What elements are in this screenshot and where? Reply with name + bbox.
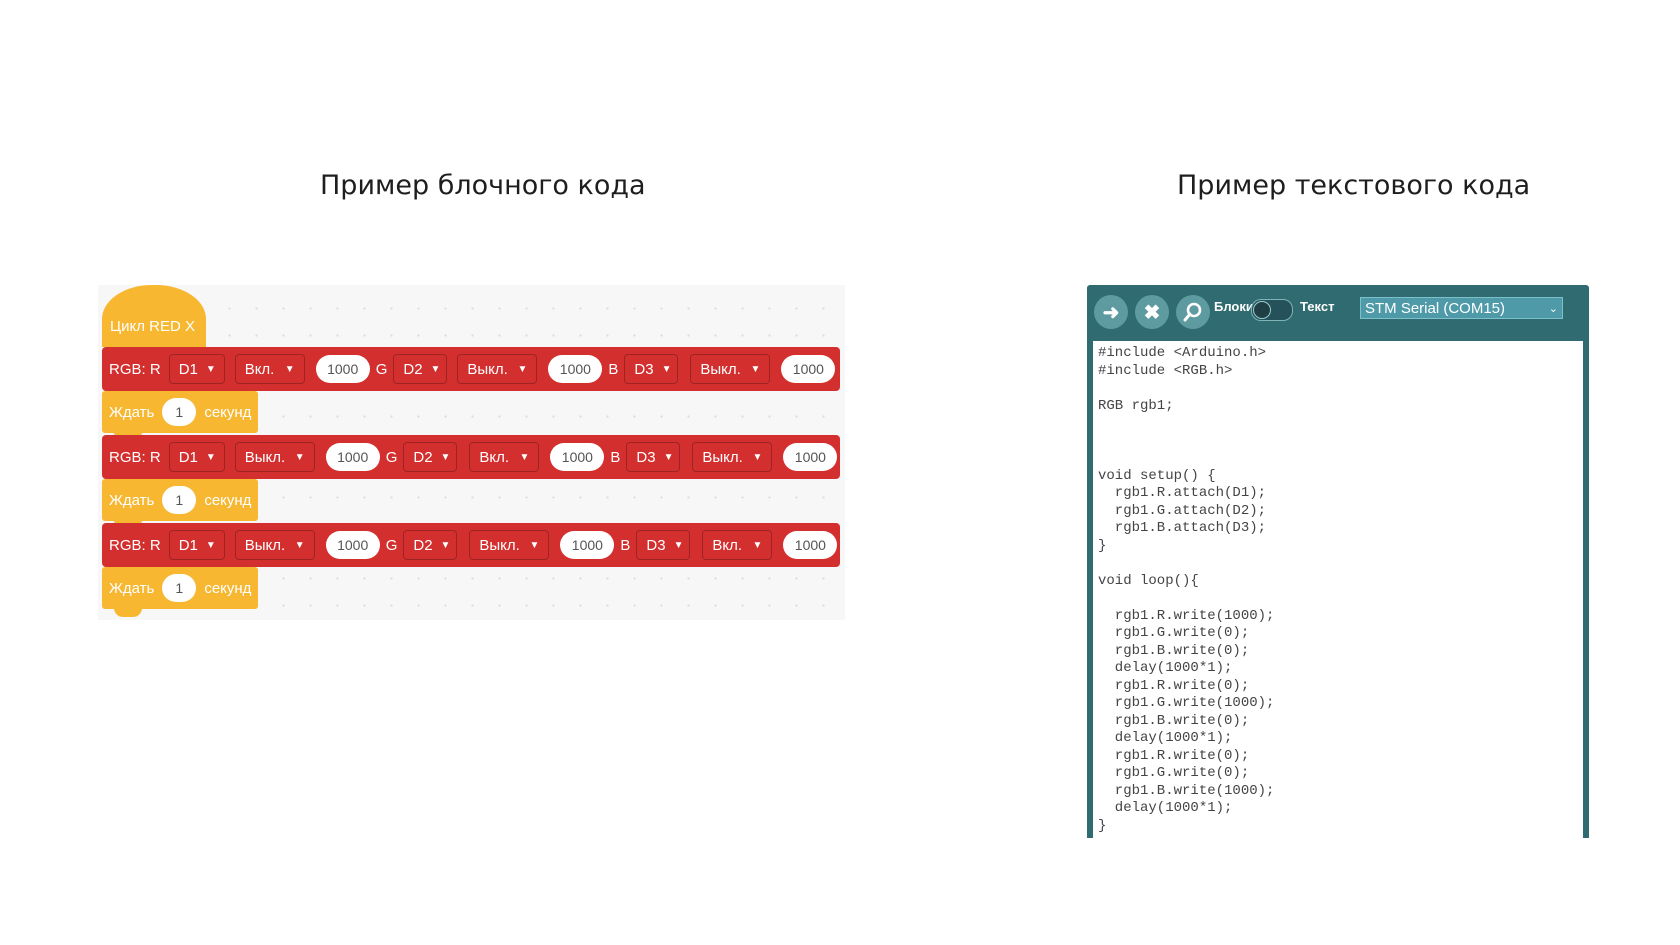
text-toggle-label: Текст <box>1300 299 1335 314</box>
wait-label: Ждать <box>109 491 155 509</box>
g-state-dropdown[interactable]: Выкл. ▼ <box>469 530 550 560</box>
b-state-dropdown[interactable]: Выкл. ▼ <box>692 442 773 472</box>
editor-toolbar: ➜ ✖ Блоки Текст STM Serial (COM15) ⌄ <box>1087 285 1589 341</box>
g-value-input[interactable]: 1000 <box>560 531 615 559</box>
chevron-down-icon: ▼ <box>440 539 451 551</box>
wait-value-input[interactable]: 1 <box>162 486 197 514</box>
chevron-down-icon: ▼ <box>661 363 672 375</box>
b-state-dropdown[interactable]: Вкл. ▼ <box>702 530 773 560</box>
r-pin-dropdown[interactable]: D1 ▼ <box>168 442 225 472</box>
wait-label: Ждать <box>109 579 155 597</box>
g-label: G <box>385 536 398 554</box>
stop-button[interactable]: ✖ <box>1135 295 1169 329</box>
wait-unit-label: секунд <box>204 491 252 509</box>
r-value-input[interactable]: 1000 <box>325 531 380 559</box>
b-label: B <box>620 536 631 554</box>
chevron-down-icon: ▼ <box>750 363 761 375</box>
code-editor-panel: ➜ ✖ Блоки Текст STM Serial (COM15) ⌄ #in… <box>1087 285 1589 838</box>
chevron-down-icon: ▼ <box>205 539 216 551</box>
code-text-area[interactable]: #include <Arduino.h> #include <RGB.h> RG… <box>1093 341 1583 838</box>
r-state-dropdown[interactable]: Выкл. ▼ <box>234 442 315 472</box>
blocks-toggle-label: Блоки <box>1214 299 1254 314</box>
chevron-down-icon: ▼ <box>205 363 216 375</box>
chevron-down-icon: ▼ <box>673 539 684 551</box>
port-select-value: STM Serial (COM15) <box>1365 299 1506 317</box>
r-state-dropdown[interactable]: Выкл. ▼ <box>234 530 315 560</box>
chevron-down-icon: ▼ <box>440 451 451 463</box>
chevron-down-icon: ▼ <box>519 451 530 463</box>
wait-value-input[interactable]: 1 <box>162 398 197 426</box>
rgb-block[interactable]: RGB: R D1 ▼ Выкл. ▼ 1000 G D2 ▼ Выкл. ▼ 1000… <box>102 523 840 575</box>
wait-unit-label: секунд <box>204 579 252 597</box>
b-value-input[interactable]: 1000 <box>783 531 838 559</box>
arrow-right-icon: ➜ <box>1102 301 1120 324</box>
r-value-input[interactable]: 1000 <box>315 355 370 383</box>
b-state-dropdown[interactable]: Выкл. ▼ <box>690 354 771 384</box>
g-label: G <box>385 448 398 466</box>
block-code-caption: Пример блочного кода <box>320 170 646 201</box>
chevron-down-icon: ▼ <box>517 363 528 375</box>
chevron-down-icon: ▼ <box>284 363 295 375</box>
b-value-input[interactable]: 1000 <box>781 355 836 383</box>
b-value-input[interactable]: 1000 <box>783 443 838 471</box>
loop-hat-block[interactable]: Цикл RED X <box>102 285 206 347</box>
r-value-input[interactable]: 1000 <box>325 443 380 471</box>
chevron-down-icon: ▼ <box>663 451 674 463</box>
wait-block[interactable]: Ждать 1 секунд <box>102 479 258 529</box>
b-pin-dropdown[interactable]: D3 ▼ <box>624 354 679 384</box>
chevron-down-icon: ⌄ <box>1548 302 1558 315</box>
rgb-block[interactable]: RGB: R D1 ▼ Выкл. ▼ 1000 G D2 ▼ Вкл. ▼ 1000 … <box>102 435 840 487</box>
block-workspace[interactable]: Цикл RED X RGB: R D1 ▼ Вкл. ▼ 1000 G D2 ▼ В… <box>98 285 845 620</box>
r-pin-dropdown[interactable]: D1 ▼ <box>168 530 225 560</box>
wait-block[interactable]: Ждать 1 секунд <box>102 567 258 617</box>
g-value-input[interactable]: 1000 <box>550 443 605 471</box>
chevron-down-icon: ▼ <box>205 451 216 463</box>
upload-button[interactable]: ➜ <box>1094 295 1128 329</box>
wait-label: Ждать <box>109 403 155 421</box>
code-text[interactable]: #include <Arduino.h> #include <RGB.h> RG… <box>1093 341 1583 835</box>
wait-unit-label: секунд <box>204 403 252 421</box>
port-select[interactable]: STM Serial (COM15) ⌄ <box>1360 297 1563 319</box>
rgb-label: RGB: R <box>109 448 161 466</box>
toggle-knob <box>1253 301 1271 319</box>
wait-block[interactable]: Ждать 1 секунд <box>102 391 258 441</box>
g-value-input[interactable]: 1000 <box>548 355 603 383</box>
chevron-down-icon: ▼ <box>529 539 540 551</box>
r-pin-dropdown[interactable]: D1 ▼ <box>168 354 225 384</box>
text-code-caption: Пример текстового кода <box>1177 170 1531 201</box>
wait-value-input[interactable]: 1 <box>162 574 197 602</box>
rgb-block[interactable]: RGB: R D1 ▼ Вкл. ▼ 1000 G D2 ▼ Выкл. ▼ 1000 … <box>102 347 840 399</box>
search-icon <box>1183 302 1202 322</box>
g-pin-dropdown[interactable]: D2 ▼ <box>403 530 458 560</box>
b-pin-dropdown[interactable]: D3 ▼ <box>636 530 691 560</box>
r-state-dropdown[interactable]: Вкл. ▼ <box>234 354 305 384</box>
b-label: B <box>610 448 621 466</box>
g-pin-dropdown[interactable]: D2 ▼ <box>393 354 448 384</box>
b-pin-dropdown[interactable]: D3 ▼ <box>626 442 681 472</box>
chevron-down-icon: ▼ <box>294 451 305 463</box>
chevron-down-icon: ▼ <box>752 539 763 551</box>
g-label: G <box>375 360 388 378</box>
blocks-text-toggle[interactable] <box>1251 299 1293 321</box>
search-button[interactable] <box>1176 295 1210 329</box>
chevron-down-icon: ▼ <box>430 363 441 375</box>
rgb-label: RGB: R <box>109 536 161 554</box>
g-state-dropdown[interactable]: Выкл. ▼ <box>457 354 538 384</box>
chevron-down-icon: ▼ <box>294 539 305 551</box>
rgb-label: RGB: R <box>109 360 161 378</box>
loop-hat-label: Цикл RED X <box>110 318 195 335</box>
g-pin-dropdown[interactable]: D2 ▼ <box>403 442 458 472</box>
g-state-dropdown[interactable]: Вкл. ▼ <box>469 442 540 472</box>
close-icon: ✖ <box>1143 301 1161 324</box>
chevron-down-icon: ▼ <box>752 451 763 463</box>
b-label: B <box>608 360 619 378</box>
